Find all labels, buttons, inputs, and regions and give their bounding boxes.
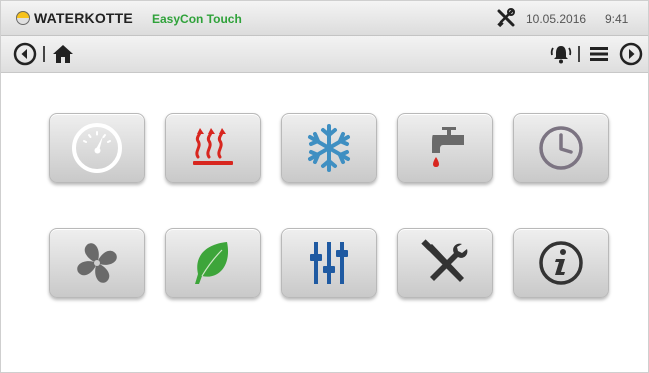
- fan-icon: [77, 243, 117, 283]
- back-icon[interactable]: [13, 42, 37, 66]
- tools-icon: [421, 239, 468, 282]
- gauge-icon: [72, 123, 122, 173]
- tile-cooling[interactable]: [281, 113, 377, 183]
- tile-time-program[interactable]: [513, 113, 609, 183]
- easycon-screen: WATERKOTTE EasyCon Touch 10.05.2016 9:41: [0, 0, 649, 373]
- tile-hot-water[interactable]: [397, 113, 493, 183]
- tile-service[interactable]: [397, 228, 493, 298]
- brand-name: WATERKOTTE: [34, 10, 133, 26]
- waterkotte-logo-icon: [16, 11, 30, 25]
- nav-separator: [578, 46, 580, 62]
- time-display: 9:41: [605, 12, 629, 26]
- nav-separator: [43, 46, 45, 62]
- menu-icon[interactable]: [587, 42, 611, 66]
- leaf-icon: [195, 242, 229, 284]
- navigation-bar: [1, 36, 648, 73]
- home-icon[interactable]: [51, 42, 75, 66]
- alarm-bell-icon[interactable]: [549, 42, 573, 66]
- tile-gauge[interactable]: [49, 113, 145, 183]
- service-tools-icon[interactable]: [496, 8, 516, 28]
- hot-water-tap-icon: [432, 127, 464, 167]
- forward-icon[interactable]: [619, 42, 643, 66]
- sliders-icon: [310, 242, 348, 284]
- clock-icon: [539, 126, 583, 170]
- date-display: 10.05.2016: [526, 12, 587, 26]
- product-name: EasyCon Touch: [152, 12, 242, 26]
- tile-info[interactable]: [513, 228, 609, 298]
- tile-heating[interactable]: [165, 113, 261, 183]
- info-icon: [539, 241, 583, 285]
- cooling-snowflake-icon: [308, 124, 350, 172]
- status-bar: WATERKOTTE EasyCon Touch 10.05.2016 9:41: [1, 1, 648, 36]
- heating-icon: [193, 128, 233, 165]
- tile-settings[interactable]: [281, 228, 377, 298]
- tile-eco[interactable]: [165, 228, 261, 298]
- tile-ventilation[interactable]: [49, 228, 145, 298]
